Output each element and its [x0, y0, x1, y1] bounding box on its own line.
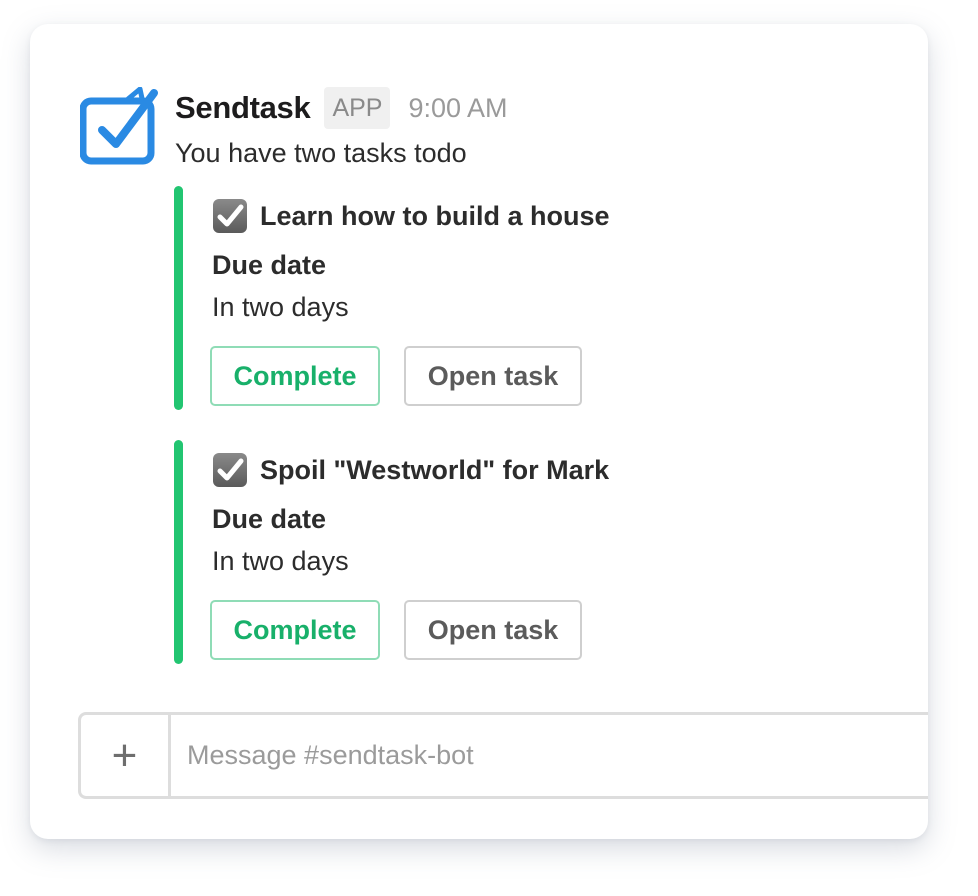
due-date-value: In two days [212, 546, 349, 576]
attachment-color-bar [174, 186, 183, 410]
message-composer: + [78, 712, 928, 799]
message-timestamp[interactable]: 9:00 AM [408, 93, 507, 124]
checkbox-checked-icon [213, 199, 247, 233]
task-title: Learn how to build a house [212, 198, 610, 234]
attachment-color-bar [174, 440, 183, 664]
message-header: Sendtask APP 9:00 AM [175, 86, 508, 130]
due-date-value: In two days [212, 292, 349, 322]
message-text: You have two tasks todo [175, 138, 467, 168]
task-title: Spoil "Westworld" for Mark [212, 452, 609, 488]
sender-name[interactable]: Sendtask [175, 90, 311, 126]
app-badge: APP [324, 87, 391, 129]
task-attachment: Spoil "Westworld" for Mark Due date In t… [174, 440, 774, 664]
complete-button[interactable]: Complete [210, 600, 380, 660]
sendtask-logo-icon[interactable] [80, 87, 160, 167]
message-input[interactable] [171, 715, 928, 796]
due-date-label: Due date [212, 250, 327, 280]
complete-button[interactable]: Complete [210, 346, 380, 406]
task-title-text: Learn how to build a house [260, 200, 610, 231]
checkbox-checked-icon [213, 453, 247, 487]
open-task-button[interactable]: Open task [404, 346, 582, 406]
task-title-text: Spoil "Westworld" for Mark [260, 454, 610, 485]
due-date-label: Due date [212, 504, 327, 534]
open-task-button[interactable]: Open task [404, 600, 582, 660]
task-attachment: Learn how to build a house Due date In t… [174, 186, 774, 410]
message-card: Sendtask APP 9:00 AM You have two tasks … [30, 24, 928, 839]
add-attachment-button[interactable]: + [81, 715, 171, 796]
